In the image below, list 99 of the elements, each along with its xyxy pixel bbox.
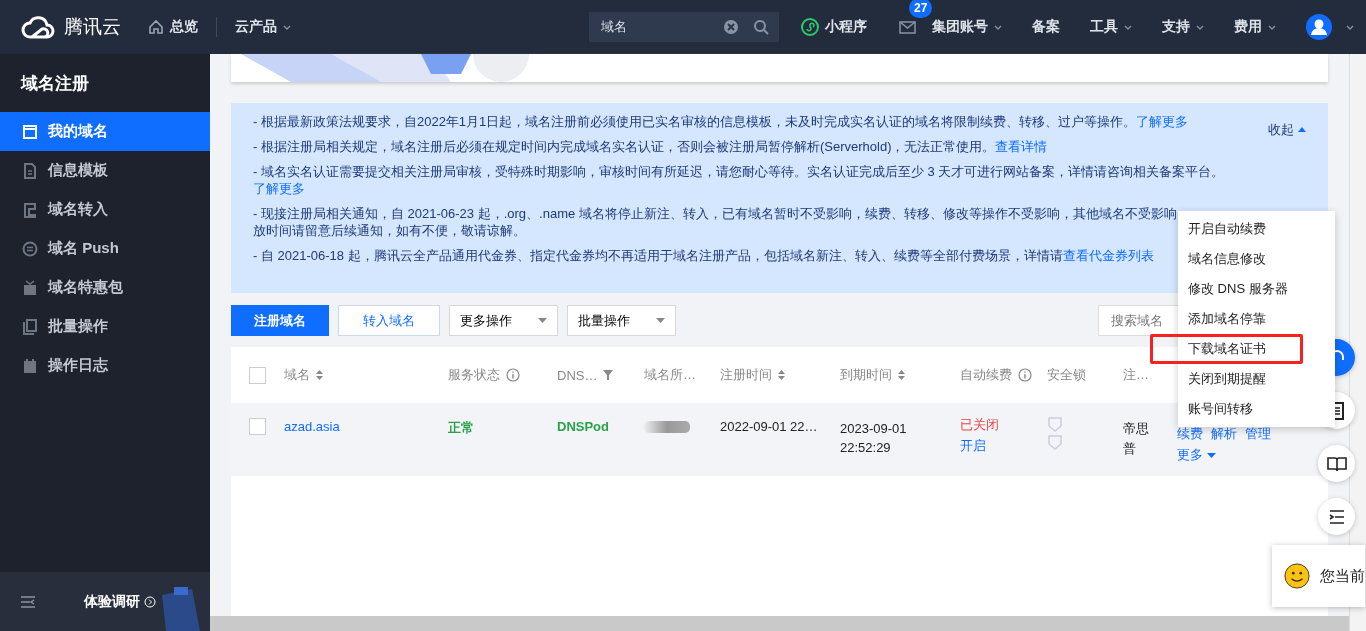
sidebar-item[interactable]: 域名 Push [0, 229, 210, 268]
menu-item[interactable]: 添加域名停靠 [1178, 304, 1335, 334]
info-icon[interactable] [506, 368, 520, 382]
search-field[interactable]: 域名 [589, 12, 779, 42]
nav-menu[interactable]: 备案 [1032, 18, 1060, 36]
notice-text: - 自 2021-06-18 起，腾讯云全产品通用代金券、指定代金券均不再适用于域名注册产品，包括域名新注、转入、续费等全部付费场景，详情请查看代金券列表 [253, 247, 1154, 264]
notice-text: 放时间请留意后续通知，如有不便，敬请谅解。 [253, 222, 526, 239]
circle-icon [22, 240, 38, 257]
mini-program-link[interactable]: 小程序 [801, 18, 867, 36]
action-link[interactable]: 续费 [1177, 425, 1203, 443]
collapse-icon[interactable] [20, 595, 36, 608]
notice-text: - 域名实名认证需要提交相关注册局审核，受特殊时期影响，审核时间有所延迟，请您耐心等待。实名认证完成后至少 3 天才可进行网站备案，详情请咨询相关备案平台。 了解更多 [253, 163, 1226, 197]
chevron-icon [144, 595, 156, 608]
info-icon[interactable] [1018, 368, 1032, 382]
more-link[interactable]: 更多 [1177, 446, 1271, 464]
menu-item[interactable]: 开启自动续费 [1178, 214, 1335, 244]
menu-item[interactable]: 关闭到期提醒 [1178, 364, 1335, 394]
survey-link[interactable]: 体验调研 [84, 592, 140, 611]
status-text: 正常 [448, 420, 474, 435]
notice-link[interactable]: 了解更多 [1136, 114, 1189, 129]
filter-icon[interactable] [603, 370, 614, 380]
nav-menu[interactable]: 费用 [1234, 18, 1276, 36]
menu-item[interactable]: 下载域名证书 [1150, 334, 1303, 364]
transfer-icon [22, 201, 38, 218]
column-header[interactable]: 服务状态 [448, 366, 500, 384]
domain-link[interactable]: azad.asia [284, 419, 340, 434]
mini-program-icon [801, 18, 819, 36]
avatar-icon[interactable] [1306, 14, 1332, 40]
caret-icon [283, 24, 291, 30]
calendar-icon [22, 357, 38, 374]
blurred-value [644, 421, 690, 433]
search-input[interactable]: 域名 [599, 18, 709, 36]
notice-link[interactable]: 查看详情 [995, 139, 1048, 154]
action-button[interactable]: 注册域名 [231, 305, 329, 336]
sidebar-title: 域名注册 [19, 73, 90, 95]
menu-item[interactable]: 域名信息修改 [1178, 244, 1335, 274]
search-icon[interactable] [753, 19, 769, 35]
feedback-text: 您当前 [1320, 566, 1365, 586]
horizontal-scrollbar[interactable] [210, 616, 1349, 631]
notification-count: 27 [909, 0, 933, 18]
nav-menu[interactable]: 集团账号 [932, 18, 1002, 36]
sidebar-item[interactable]: 域名特惠包 [0, 268, 210, 307]
nav-link[interactable]: 云产品 [235, 18, 291, 36]
notice-link[interactable]: 查看代金券列表 [1062, 248, 1154, 263]
smiley-icon [1284, 562, 1310, 590]
notice-text: - 根据注册局相关规定，域名注册后必须在规定时间内完成域名实名认证，否则会被注册局暂停解析(Serverhold)，无法正常使用。查看详情 [253, 138, 1048, 155]
table-cell: DNSPod [557, 419, 609, 434]
sort-icon[interactable] [778, 370, 785, 380]
sidebar-item[interactable]: 操作日志 [0, 346, 210, 385]
table-cell-text: 2023-09-01 22:52:29 [840, 420, 908, 457]
checkbox[interactable] [249, 366, 266, 384]
column-header[interactable]: 安全锁 [1047, 366, 1086, 384]
notice-text: - 根据最新政策法规要求，自2022年1月1日起，域名注册前必须使用已实名审核的信息模板，未及时完成实名认证的域名将限制续费、转移、过户等操作。了解更多 [253, 113, 1189, 130]
table-cell-text: 帝思普 [1123, 420, 1150, 458]
renew-status: 已关闭 [960, 416, 999, 434]
cloud-logo-icon [20, 15, 56, 39]
sidebar-item[interactable]: 我的域名 [0, 112, 210, 151]
document-icon [22, 162, 38, 179]
caret-down-icon [538, 318, 547, 323]
sidebar-item[interactable]: 信息模板 [0, 151, 210, 190]
clear-icon[interactable] [723, 19, 739, 35]
sidebar-item[interactable]: 域名转入 [0, 190, 210, 229]
nav-link[interactable]: 总览 [148, 18, 198, 36]
column-header[interactable]: 到期时间 [840, 366, 892, 384]
brand-name: 腾讯云 [64, 15, 121, 39]
column-header[interactable]: 域名所… [644, 366, 696, 384]
caret-down-icon [656, 318, 665, 323]
nav-menu[interactable]: 工具 [1090, 18, 1132, 36]
menu-item[interactable]: 账号间转移 [1178, 394, 1335, 424]
action-link[interactable]: 管理 [1245, 425, 1271, 443]
caret-up-icon [1298, 127, 1306, 132]
notice-link[interactable]: 了解更多 [253, 181, 305, 196]
action-button[interactable]: 转入域名 [338, 305, 440, 336]
menu-item[interactable]: 修改 DNS 服务器 [1178, 274, 1335, 304]
nav-menu[interactable]: 支持 [1162, 18, 1204, 36]
home-icon [148, 19, 164, 35]
caret-icon[interactable] [1346, 24, 1354, 30]
checkbox[interactable] [249, 418, 266, 435]
select-dropdown[interactable]: 批量操作 [567, 305, 676, 336]
collapse-link[interactable]: 收起 [1268, 121, 1306, 138]
window-icon [22, 123, 38, 140]
gift-icon [22, 279, 38, 296]
table-cell: 2022-09-01 22… [720, 419, 818, 434]
notice-text: - 现接注册局相关通知，自 2021-06-23 起，.org、.name 域名将停止新注、转入，已有域名暂时不受影响，续费、转移、修改等操作不受影响，其他域名不受影响 [253, 205, 1177, 222]
mail-icon[interactable] [899, 20, 916, 34]
action-link[interactable]: 解析 [1211, 425, 1237, 443]
sort-icon[interactable] [316, 370, 323, 380]
caret-down-icon [1207, 452, 1216, 458]
column-header[interactable]: 注… [1123, 366, 1149, 384]
column-header[interactable]: 注册时间 [720, 366, 772, 384]
column-header[interactable]: 域名 [284, 366, 310, 384]
column-header[interactable]: DNS… [557, 367, 598, 383]
sidebar-item[interactable]: 批量操作 [0, 307, 210, 346]
shield-icon [1047, 416, 1063, 452]
copy-icon [22, 318, 38, 335]
column-header[interactable]: 自动续费 [960, 366, 1012, 384]
select-dropdown[interactable]: 更多操作 [449, 305, 558, 336]
sort-icon[interactable] [898, 370, 905, 380]
enable-link[interactable]: 开启 [960, 437, 986, 455]
